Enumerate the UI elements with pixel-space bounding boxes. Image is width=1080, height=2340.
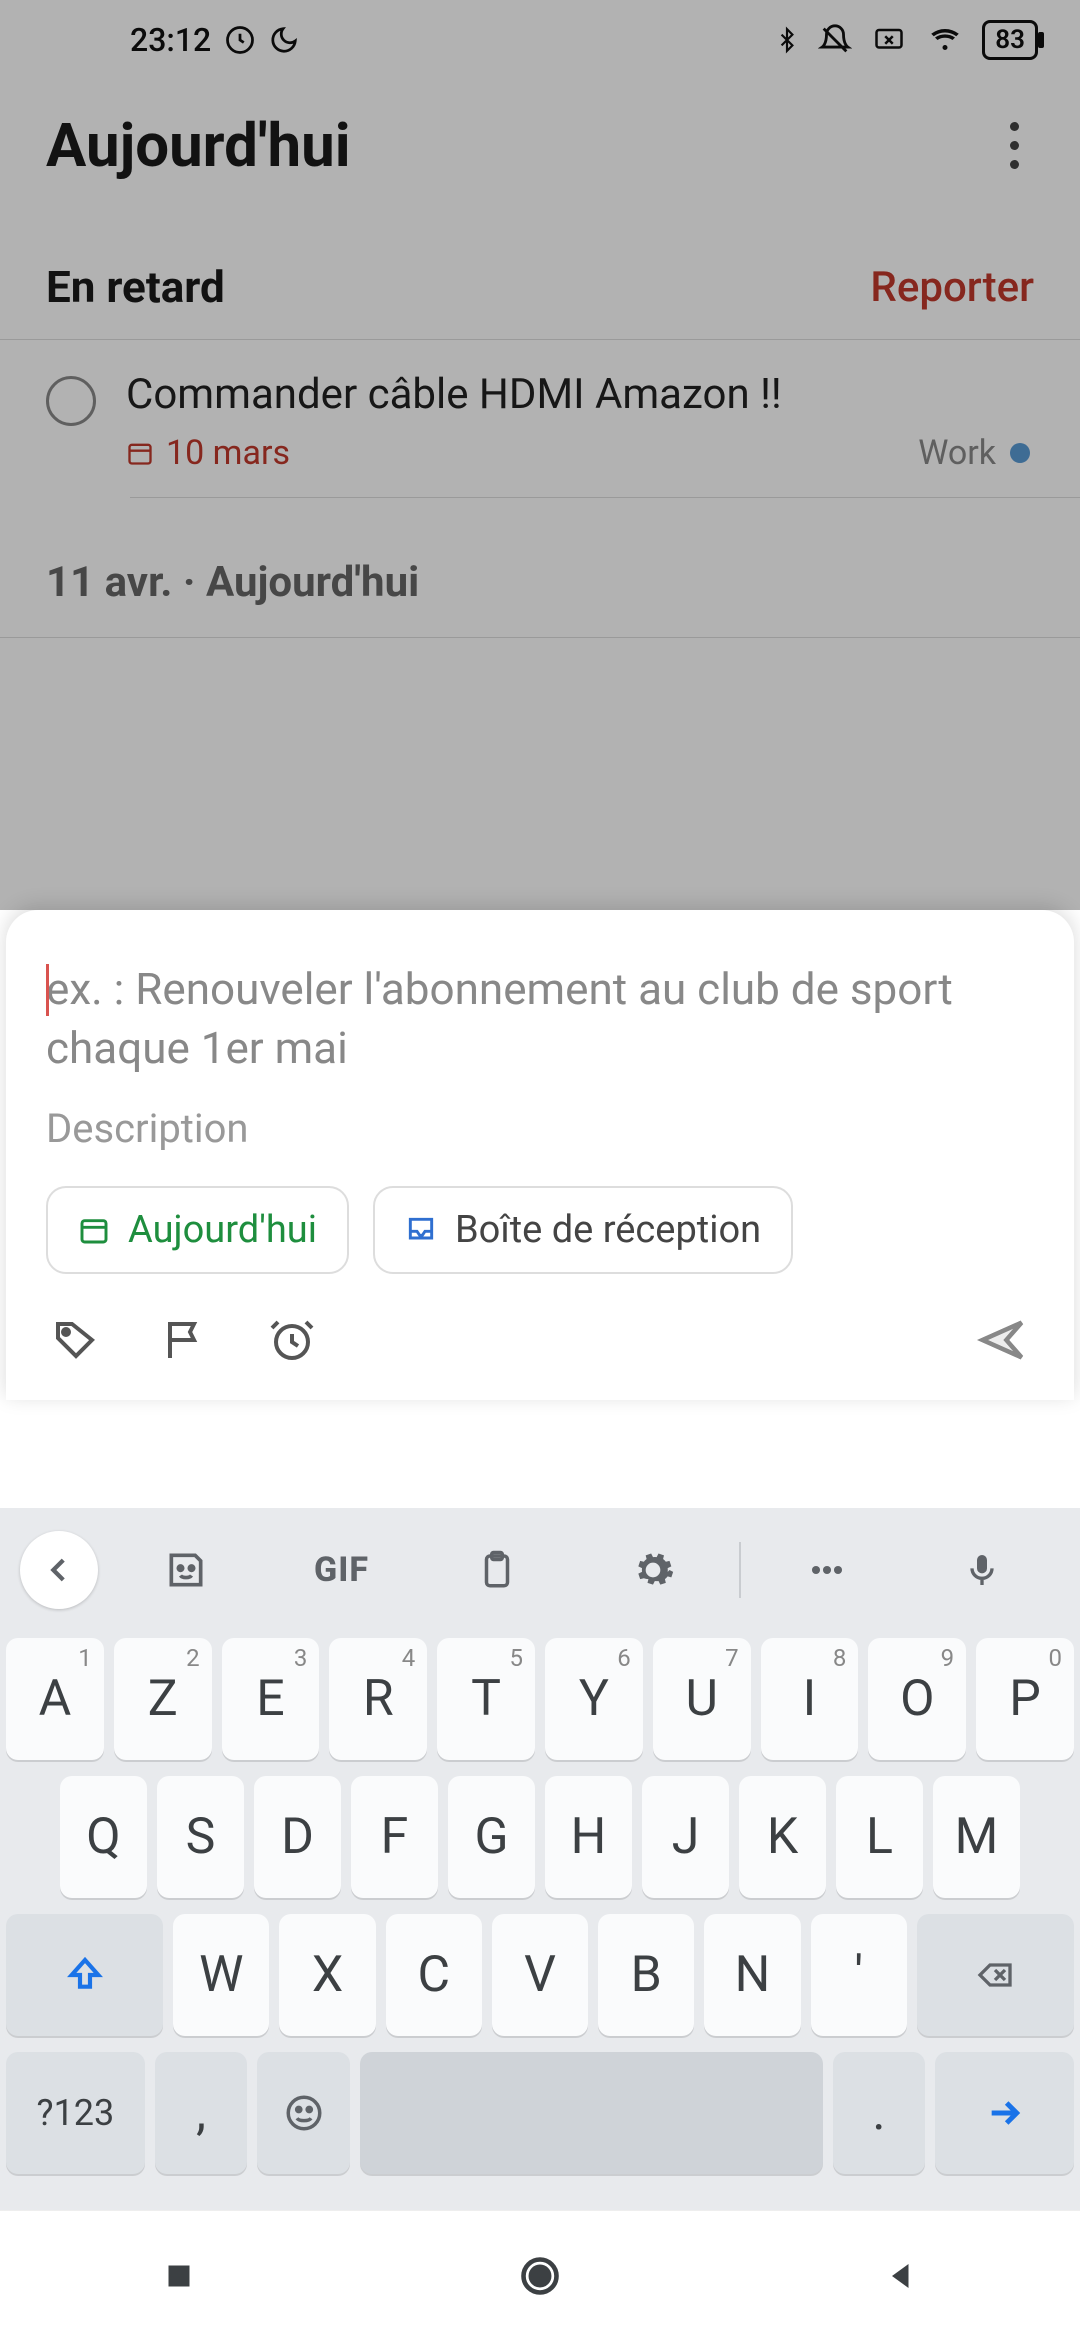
flag-icon <box>160 1316 208 1364</box>
task-name-input[interactable] <box>46 960 1034 1079</box>
separator <box>739 1542 741 1598</box>
overdue-heading: En retard <box>46 261 225 313</box>
task-checkbox[interactable] <box>46 376 96 426</box>
backspace-key[interactable] <box>917 1914 1074 2036</box>
circle-icon <box>518 2254 562 2298</box>
calendar-icon <box>126 439 154 467</box>
today-date-heading: 11 avr. · Aujourd'hui <box>0 498 1080 637</box>
gif-button[interactable]: GIF <box>264 1550 420 1590</box>
square-icon <box>161 2258 197 2294</box>
chevron-left-icon <box>42 1553 76 1587</box>
add-task-sheet: Aujourd'hui Boîte de réception <box>6 910 1074 1400</box>
task-due-date: 10 mars <box>126 433 290 473</box>
key-i[interactable]: I8 <box>761 1638 859 1760</box>
key-g[interactable]: G <box>448 1776 535 1898</box>
key-e[interactable]: E3 <box>222 1638 320 1760</box>
numbers-key[interactable]: ?123 <box>6 2052 145 2174</box>
label-button[interactable] <box>52 1316 100 1364</box>
vibrate-icon <box>818 23 852 57</box>
due-date-chip[interactable]: Aujourd'hui <box>46 1186 349 1274</box>
key-f[interactable]: F <box>351 1776 438 1898</box>
more-horizontal-icon <box>805 1548 849 1592</box>
key-y[interactable]: Y6 <box>545 1638 643 1760</box>
wifi-icon <box>926 25 964 55</box>
status-bar: 23:12 83 <box>0 0 1080 80</box>
divider <box>0 637 1080 638</box>
calendar-icon <box>78 1214 110 1246</box>
shift-key[interactable] <box>6 1914 163 2036</box>
emoji-icon <box>283 2092 325 2134</box>
bluetooth-icon <box>774 23 800 57</box>
task-project: Work <box>918 433 1034 473</box>
key-k[interactable]: K <box>739 1776 826 1898</box>
reschedule-button[interactable]: Reporter <box>870 263 1034 312</box>
sticker-icon <box>164 1548 208 1592</box>
key-c[interactable]: C <box>386 1914 482 2036</box>
key-o[interactable]: O9 <box>868 1638 966 1760</box>
inbox-icon <box>405 1214 437 1246</box>
screen-cast-icon <box>870 25 908 55</box>
submit-task-button[interactable] <box>976 1314 1028 1366</box>
status-time: 23:12 <box>130 21 211 59</box>
comma-key[interactable]: , <box>155 2052 248 2174</box>
emoji-key[interactable] <box>257 2052 350 2174</box>
project-color-dot <box>1010 443 1030 463</box>
text-cursor <box>46 964 49 1016</box>
task-title: Commander câble HDMI Amazon !! <box>126 370 1034 419</box>
key-p[interactable]: P0 <box>976 1638 1074 1760</box>
enter-key[interactable] <box>935 2052 1074 2174</box>
backspace-icon <box>972 1955 1018 1995</box>
tag-icon <box>52 1316 100 1364</box>
key-z[interactable]: Z2 <box>114 1638 212 1760</box>
send-icon <box>976 1314 1028 1366</box>
triangle-left-icon <box>883 2258 919 2294</box>
key-j[interactable]: J <box>642 1776 729 1898</box>
system-nav-bar <box>0 2210 1080 2340</box>
alarm-icon <box>268 1316 316 1364</box>
key-b[interactable]: B <box>598 1914 694 2036</box>
key-q[interactable]: Q <box>60 1776 147 1898</box>
sticker-button[interactable] <box>108 1548 264 1592</box>
clipboard-icon <box>476 1549 518 1591</box>
page-title: Aujourd'hui <box>46 110 351 181</box>
key-n[interactable]: N <box>704 1914 800 2036</box>
key-u[interactable]: U7 <box>653 1638 751 1760</box>
data-usage-icon <box>225 25 255 55</box>
priority-button[interactable] <box>160 1316 208 1364</box>
key-m[interactable]: M <box>933 1776 1020 1898</box>
keyboard-more-button[interactable] <box>749 1548 905 1592</box>
key-apostrophe[interactable]: ' <box>811 1914 907 2036</box>
key-d[interactable]: D <box>254 1776 341 1898</box>
key-a[interactable]: A1 <box>6 1638 104 1760</box>
key-v[interactable]: V <box>492 1914 588 2036</box>
nav-back-button[interactable] <box>883 2258 919 2294</box>
nav-recent-button[interactable] <box>161 2258 197 2294</box>
voice-input-button[interactable] <box>904 1550 1060 1590</box>
project-chip[interactable]: Boîte de réception <box>373 1186 793 1274</box>
key-h[interactable]: H <box>545 1776 632 1898</box>
task-row[interactable]: Commander câble HDMI Amazon !! 10 mars W… <box>0 340 1080 497</box>
microphone-icon <box>962 1550 1002 1590</box>
key-r[interactable]: R4 <box>329 1638 427 1760</box>
period-key[interactable]: . <box>833 2052 926 2174</box>
key-w[interactable]: W <box>173 1914 269 2036</box>
key-l[interactable]: L <box>836 1776 923 1898</box>
soft-keyboard: GIF A1Z2E3R4T5Y6U7I8O9P0 QSDFGHJKLM <box>0 1508 1080 2210</box>
keyboard-settings-button[interactable] <box>575 1548 731 1592</box>
reminder-button[interactable] <box>268 1316 316 1364</box>
arrow-right-icon <box>981 2093 1029 2133</box>
moon-icon <box>269 25 299 55</box>
shift-icon <box>65 1955 105 1995</box>
nav-home-button[interactable] <box>518 2254 562 2298</box>
space-key[interactable] <box>360 2052 823 2174</box>
key-s[interactable]: S <box>157 1776 244 1898</box>
task-description-input[interactable] <box>46 1105 1034 1152</box>
more-menu-button[interactable] <box>994 116 1034 176</box>
clipboard-button[interactable] <box>419 1549 575 1591</box>
keyboard-collapse-button[interactable] <box>20 1531 98 1609</box>
gear-icon <box>631 1548 675 1592</box>
key-x[interactable]: X <box>279 1914 375 2036</box>
key-t[interactable]: T5 <box>437 1638 535 1760</box>
battery-indicator: 83 <box>982 20 1038 60</box>
